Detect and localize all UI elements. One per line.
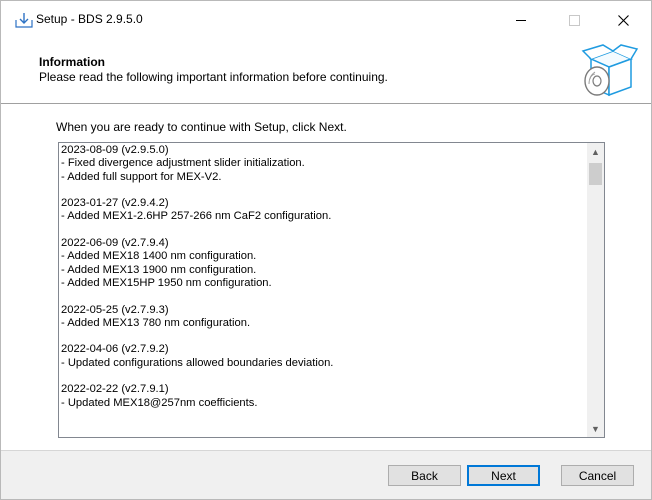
memo-line [61, 224, 581, 237]
memo-line: - Updated configurations allowed boundar… [61, 356, 334, 369]
back-button[interactable]: Back [388, 465, 461, 486]
minimize-button[interactable] [498, 1, 544, 39]
setup-window: Setup - BDS 2.9.5.0 Information Please r… [0, 0, 652, 500]
memo-line [61, 370, 581, 383]
memo-line: 2023-08-09 (v2.9.5.0) [61, 144, 169, 156]
memo-line: 2022-04-06 (v2.7.9.2) [61, 343, 169, 356]
memo-line [61, 330, 581, 343]
memo-line: - Added MEX18 1400 nm configuration. [61, 250, 257, 263]
close-icon [617, 14, 629, 26]
memo-line: 2022-02-22 (v2.7.9.1) [61, 383, 169, 396]
memo-line: 2023-01-27 (v2.9.4.2) [61, 197, 169, 210]
info-memo-text: 2023-08-09 (v2.9.5.0) - Fixed divergence … [61, 144, 581, 410]
scroll-thumb[interactable] [589, 163, 602, 185]
minimize-icon [516, 19, 526, 21]
memo-line: 2022-05-25 (v2.7.9.3) [61, 303, 169, 316]
window-title: Setup - BDS 2.9.5.0 [36, 12, 143, 26]
memo-line: - Added full support for MEX-V2. [61, 170, 222, 183]
wizard-footer: Back Next Cancel [1, 451, 651, 499]
close-button[interactable] [600, 1, 646, 39]
cancel-button[interactable]: Cancel [561, 465, 634, 486]
page-subtitle: Please read the following important info… [39, 70, 388, 84]
next-button[interactable]: Next [467, 465, 540, 486]
memo-line [61, 290, 581, 303]
maximize-icon [568, 14, 580, 26]
memo-line: - Added MEX13 1900 nm configuration. [61, 263, 257, 276]
title-bar[interactable]: Setup - BDS 2.9.5.0 [1, 1, 651, 39]
memo-line: - Added MEX15HP 1950 nm configuration. [61, 276, 272, 289]
page-title: Information [39, 55, 105, 69]
info-memo[interactable]: 2023-08-09 (v2.9.5.0) - Fixed divergence … [58, 142, 605, 438]
memo-line: - Fixed divergence adjustment slider ini… [61, 157, 305, 170]
setup-installer-icon [15, 12, 33, 28]
memo-line: - Added MEX1-2.6HP 257-266 nm CaF2 confi… [61, 210, 332, 223]
wizard-body: When you are ready to continue with Setu… [1, 104, 651, 450]
scroll-down-icon[interactable]: ▼ [587, 420, 604, 437]
maximize-button [551, 1, 597, 39]
vertical-scrollbar[interactable]: ▲ ▼ [587, 143, 604, 437]
memo-line: 2022-06-09 (v2.7.9.4) [61, 237, 169, 250]
scroll-up-icon[interactable]: ▲ [587, 143, 604, 160]
memo-line: - Updated MEX18@257nm coefficients. [61, 396, 258, 409]
software-box-disc-icon [577, 43, 639, 103]
intro-text: When you are ready to continue with Setu… [56, 120, 347, 134]
wizard-header: Information Please read the following im… [1, 39, 651, 103]
memo-line: - Added MEX13 780 nm configuration. [61, 316, 251, 329]
memo-line [61, 184, 581, 197]
